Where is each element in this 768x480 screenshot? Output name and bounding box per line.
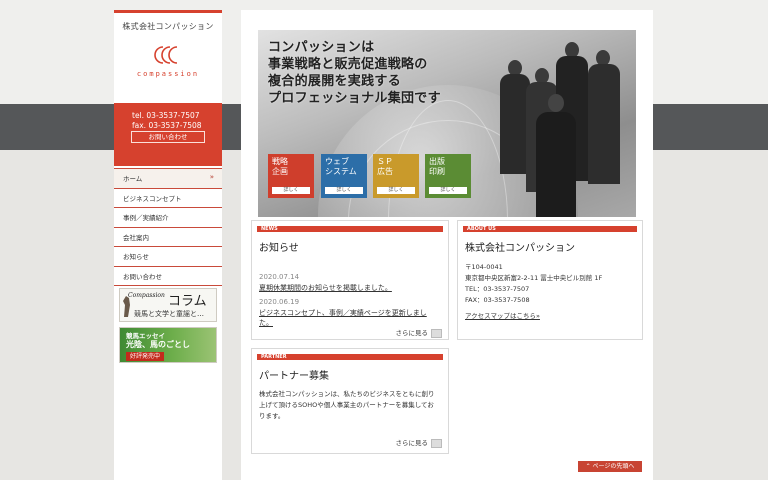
- partner-tab-label: PARTNER: [257, 354, 443, 360]
- nav-item-home[interactable]: ホーム »: [114, 168, 222, 188]
- nav-item-label: 事例／実績紹介: [123, 214, 169, 222]
- tile-label: 戦略: [272, 157, 288, 166]
- nav-item-news[interactable]: お知らせ: [114, 246, 222, 266]
- news-date: 2020.07.14: [259, 273, 300, 281]
- tile-sp-advertising[interactable]: ＳＰ 広告 詳しく: [373, 154, 419, 198]
- tile-web-system[interactable]: ウェブ システム 詳しく: [321, 154, 367, 198]
- tile-label: 広告: [377, 167, 393, 176]
- caret-up-icon: ⌃: [585, 463, 593, 470]
- news-link[interactable]: ビジネスコンセプト、事例／実績ページを更新しました。: [259, 308, 439, 328]
- partner-title: パートナー募集: [259, 371, 329, 382]
- tile-label: 印刷: [429, 167, 445, 176]
- about-address: 東京都中央区新富2-2-11 冨士中央ビル別館 1F: [465, 274, 603, 282]
- about-tab-label: ABOUT US: [463, 226, 637, 232]
- about-tel: TEL：03-3537-7507: [465, 285, 530, 293]
- news-panel: NEWS お知らせ 2020.07.14 夏期休業期間のお知らせを掲載しました。…: [251, 220, 449, 340]
- tile-strategy-planning[interactable]: 戦略 企画 詳しく: [268, 154, 314, 198]
- more-label: さらに見る: [395, 439, 429, 447]
- column-banner[interactable]: Compassion コラム 競馬と文学と童謡と…: [119, 288, 217, 322]
- main-content: コンパッションは 事業戦略と販売促進戦略の 複合的展開を実践する プロフェッショ…: [241, 10, 653, 480]
- tile-detail-button[interactable]: 詳しく: [377, 187, 415, 194]
- logo-wordmark: compassion: [136, 70, 200, 78]
- news-title: お知らせ: [259, 243, 299, 254]
- more-label: さらに見る: [395, 329, 429, 337]
- about-fax: FAX：03-3537-7508: [465, 296, 530, 304]
- tile-label: ＳＰ: [377, 157, 393, 166]
- partner-panel: PARTNER パートナー募集 株式会社コンパッションは、私たちのビジネスをとも…: [251, 348, 449, 454]
- keiba-banner-title: 光陰、馬のごとし: [126, 340, 190, 349]
- page-top-button[interactable]: ⌃ ページの先頭へ: [578, 461, 642, 472]
- partner-description: 株式会社コンパッションは、私たちのビジネスをともに創り上げて頂けるSOHOや個人…: [259, 390, 435, 420]
- arrow-corner-icon: [431, 328, 442, 338]
- tile-label: システム: [325, 167, 357, 176]
- sidebar-top-line: [114, 10, 222, 13]
- nav-item-label: ビジネスコンセプト: [123, 194, 182, 203]
- company-logo[interactable]: compassion: [123, 44, 213, 78]
- tile-detail-button[interactable]: 詳しく: [272, 187, 310, 194]
- about-title: 株式会社コンパッション: [465, 243, 575, 254]
- hero-title: コンパッションは 事業戦略と販売促進戦略の 複合的展開を実践する プロフェッショ…: [268, 39, 441, 107]
- hero-banner: コンパッションは 事業戦略と販売促進戦略の 複合的展開を実践する プロフェッショ…: [258, 30, 636, 217]
- nav-item-label: ホーム: [123, 175, 143, 183]
- news-more-link[interactable]: さらに見る: [395, 327, 442, 338]
- tile-label: 企画: [272, 167, 288, 176]
- arrow-corner-icon: [431, 438, 442, 448]
- contact-fax: fax. 03-3537-7508: [132, 121, 202, 130]
- sidebar-company-name: 株式会社コンパッション: [122, 22, 214, 31]
- tile-label: 出版: [429, 157, 445, 166]
- news-tab-label: NEWS: [257, 226, 443, 232]
- nav-item-label: 会社案内: [123, 233, 149, 242]
- inquiry-button[interactable]: お問い合わせ: [131, 131, 205, 143]
- nav-item-contact[interactable]: お問い合わせ: [114, 265, 222, 285]
- news-date: 2020.06.19: [259, 298, 300, 306]
- tile-label: ウェブ: [325, 157, 349, 166]
- about-panel: ABOUT US 株式会社コンパッション 〒104-0041 東京都中央区新富2…: [457, 220, 643, 340]
- nav-item-company[interactable]: 会社案内: [114, 226, 222, 246]
- double-chevron-right-icon: »: [209, 173, 214, 181]
- nav-item-label: お問い合わせ: [123, 272, 162, 281]
- page-top-label: ページの先頭へ: [592, 463, 635, 470]
- logo-mark-icon: [154, 46, 178, 64]
- nav-item-label: お知らせ: [123, 253, 149, 261]
- tile-detail-button[interactable]: 詳しく: [325, 187, 363, 194]
- column-banner-title: コラム: [168, 294, 207, 309]
- keiba-banner-badge: 好評発売中: [126, 352, 165, 361]
- partner-more-link[interactable]: さらに見る: [395, 437, 442, 448]
- column-banner-small-label: Compassion: [128, 292, 165, 299]
- tile-detail-button[interactable]: 詳しく: [429, 187, 467, 194]
- column-banner-subtitle: 競馬と文学と童謡と…: [134, 310, 204, 318]
- keiba-essay-banner[interactable]: 競馬エッセイ 光陰、馬のごとし 好評発売中: [119, 327, 217, 363]
- tile-publishing-printing[interactable]: 出版 印刷 詳しく: [425, 154, 471, 198]
- hero-title-line: コンパッションは: [268, 40, 375, 55]
- news-link[interactable]: 夏期休業期間のお知らせを掲載しました。: [259, 283, 439, 293]
- about-postal: 〒104-0041: [465, 263, 503, 271]
- nav-divider: [114, 285, 222, 286]
- sidebar: 株式会社コンパッション compassion tel. 03-3537-7507…: [114, 10, 222, 480]
- contact-tel: tel. 03-3537-7507: [132, 111, 200, 120]
- hero-title-line: 事業戦略と販売促進戦略の: [268, 57, 428, 72]
- sidebar-nav: ホーム » ビジネスコンセプト 事例／実績紹介 会社案内 お知らせ お問い合わせ: [114, 168, 222, 286]
- nav-item-cases[interactable]: 事例／実績紹介: [114, 207, 222, 227]
- hero-title-line: 複合的展開を実践する: [268, 74, 402, 89]
- hero-title-line: プロフェッショナル集団です: [268, 91, 441, 106]
- access-map-link[interactable]: アクセスマップはこちら»: [465, 311, 540, 322]
- nav-item-business-concept[interactable]: ビジネスコンセプト: [114, 187, 222, 207]
